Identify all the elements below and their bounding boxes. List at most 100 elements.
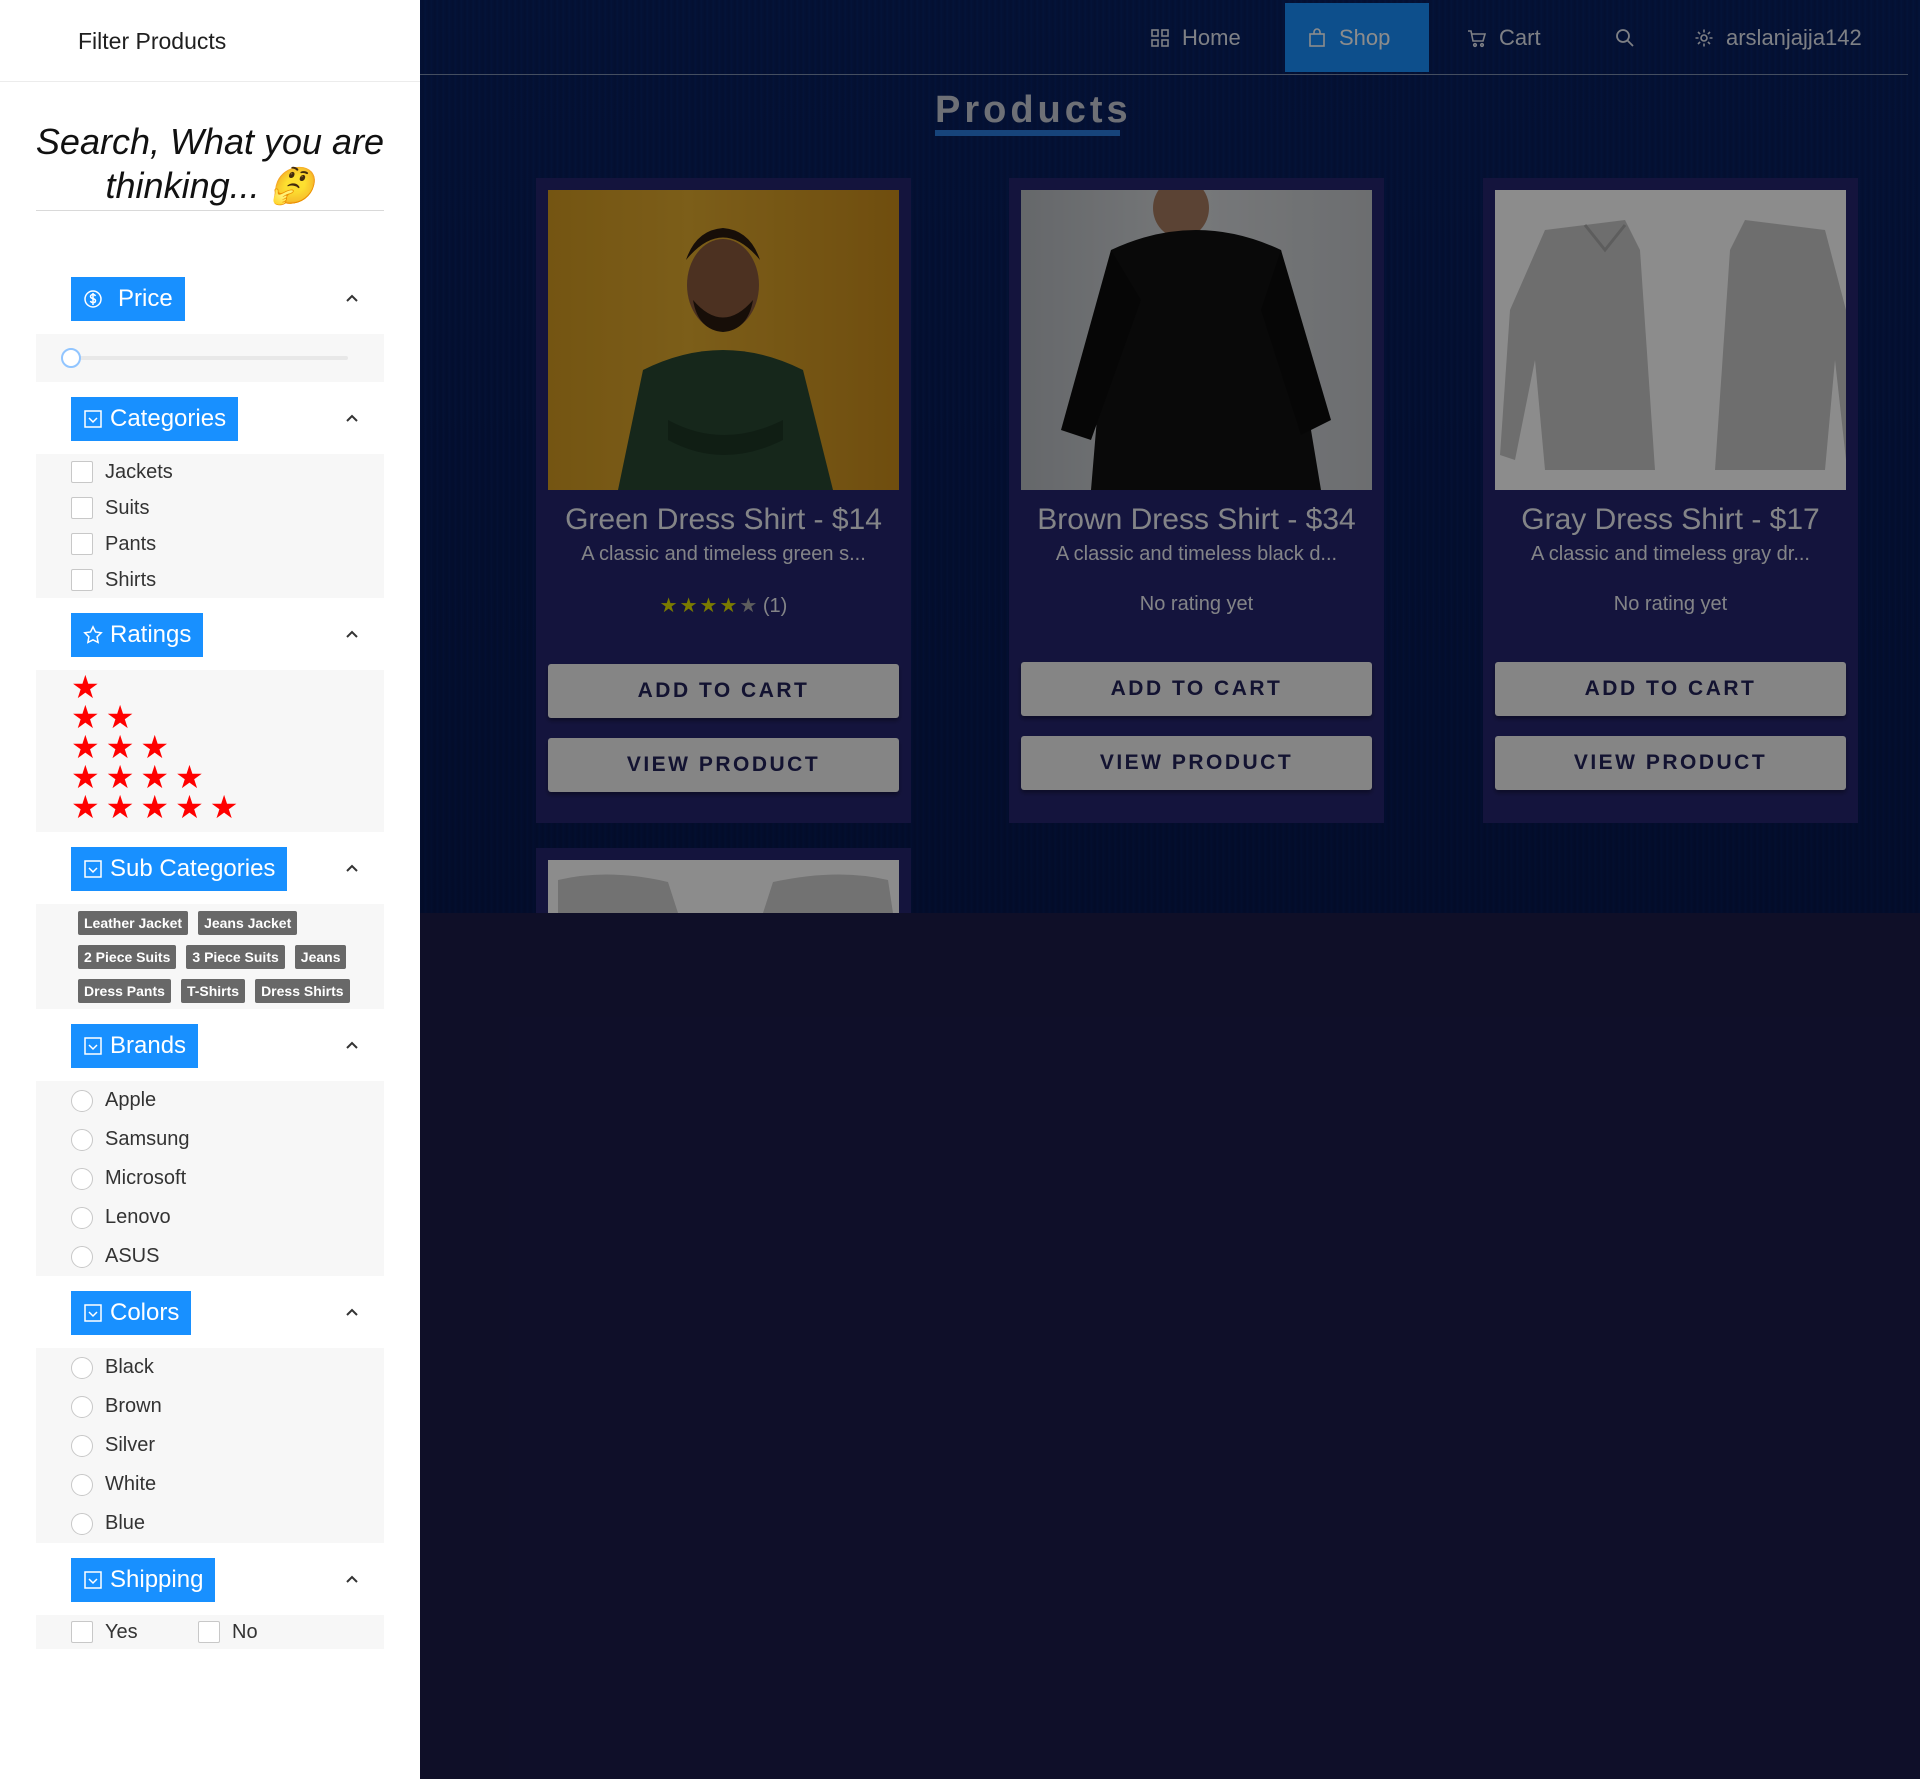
option-label: Apple (105, 1089, 157, 1111)
category-option[interactable]: Jackets (36, 454, 384, 490)
radio[interactable] (71, 1089, 93, 1112)
chevron-up-icon[interactable] (344, 410, 360, 426)
radio[interactable] (71, 1395, 93, 1418)
section-header[interactable]: Categories (36, 382, 384, 454)
slider-handle[interactable] (61, 348, 81, 368)
checkbox[interactable] (71, 497, 93, 519)
brand-option[interactable]: ASUS (36, 1237, 384, 1276)
section-label: Brands (110, 1032, 187, 1059)
shipping-option-yes[interactable]: Yes (36, 1615, 198, 1649)
slider-rail[interactable] (66, 356, 348, 360)
sub-category-tag[interactable]: T-Shirts (180, 979, 246, 1003)
radio[interactable] (71, 1512, 93, 1535)
brand-option[interactable]: Microsoft (36, 1159, 384, 1198)
filter-section-categories: Categories Jackets Suits Pants Shirts (36, 382, 384, 598)
brand-option[interactable]: Apple (36, 1081, 384, 1120)
section-label: Ratings (110, 621, 192, 648)
price-slider[interactable] (36, 334, 384, 382)
checkbox-square-icon (84, 1571, 102, 1589)
divider (36, 210, 384, 211)
dollar-circle-icon (84, 290, 102, 308)
brand-option[interactable]: Samsung (36, 1120, 384, 1159)
chevron-up-icon[interactable] (344, 1571, 360, 1587)
chevron-up-icon[interactable] (344, 1304, 360, 1320)
radio[interactable] (71, 1434, 93, 1457)
category-option[interactable]: Suits (36, 490, 384, 526)
category-option[interactable]: Shirts (36, 562, 384, 598)
brands-list: Apple Samsung Microsoft Lenovo ASUS (36, 1081, 384, 1276)
section-header[interactable]: Shipping (36, 1543, 384, 1615)
checkbox[interactable] (71, 533, 93, 555)
sub-category-tag[interactable]: Leather Jacket (78, 911, 189, 935)
option-label: ASUS (105, 1245, 160, 1267)
color-option[interactable]: Blue (36, 1504, 384, 1543)
brand-option[interactable]: Lenovo (36, 1198, 384, 1237)
checkbox[interactable] (71, 569, 93, 591)
radio[interactable] (71, 1473, 93, 1496)
color-option[interactable]: Brown (36, 1387, 384, 1426)
shipping-option-no[interactable]: No (198, 1615, 258, 1649)
option-label: No (232, 1620, 258, 1643)
checkbox-square-icon (84, 410, 102, 428)
section-header[interactable]: Colors (36, 1276, 384, 1348)
rating-option-2[interactable]: ★★ (36, 701, 384, 733)
chevron-up-icon[interactable] (344, 1037, 360, 1053)
drawer-header: Filter Products (0, 0, 420, 82)
filter-section-colors: Colors Black Brown Silver White Blue (36, 1276, 384, 1543)
rating-option-3[interactable]: ★★★ (36, 731, 384, 763)
section-tag: Shipping (71, 1558, 216, 1602)
sub-category-tag[interactable]: 3 Piece Suits (186, 945, 285, 969)
option-label: Suits (105, 496, 150, 519)
radio[interactable] (71, 1356, 93, 1379)
color-option[interactable]: Black (36, 1348, 384, 1387)
filter-section-ratings: Ratings ★ ★★ ★★★ ★★★★ ★★★★★ (36, 598, 384, 832)
checkbox[interactable] (71, 461, 93, 483)
radio[interactable] (71, 1206, 93, 1229)
sub-category-tag[interactable]: Dress Pants (78, 979, 171, 1003)
section-tag: Sub Categories (71, 847, 288, 891)
option-label: Black (105, 1356, 154, 1378)
sub-category-tag[interactable]: Jeans (294, 945, 347, 969)
radio[interactable] (71, 1167, 93, 1190)
option-label: Samsung (105, 1128, 190, 1150)
chevron-up-icon[interactable] (344, 626, 360, 642)
categories-list: Jackets Suits Pants Shirts (36, 454, 384, 598)
sub-categories-tags: Leather Jacket Jeans Jacket 2 Piece Suit… (36, 904, 384, 1009)
section-label: Sub Categories (110, 855, 276, 882)
category-option[interactable]: Pants (36, 526, 384, 562)
section-header[interactable]: Sub Categories (36, 832, 384, 904)
rating-option-5[interactable]: ★★★★★ (36, 791, 384, 823)
ratings-list: ★ ★★ ★★★ ★★★★ ★★★★★ (36, 670, 384, 832)
radio[interactable] (71, 1128, 93, 1151)
sub-category-tag[interactable]: 2 Piece Suits (78, 945, 177, 969)
rating-option-1[interactable]: ★ (36, 671, 384, 703)
option-label: Brown (105, 1395, 162, 1417)
checkbox[interactable] (198, 1621, 220, 1643)
filter-section-price: Price (36, 262, 384, 382)
drawer-title: Filter Products (78, 28, 227, 54)
section-tag: Price (71, 277, 185, 321)
search-heading: Search, What you are thinking... 🤔 (35, 121, 385, 206)
section-tag: Colors (71, 1291, 192, 1335)
section-tag: Categories (71, 397, 239, 441)
checkbox-square-icon (84, 860, 102, 878)
sub-category-tag[interactable]: Dress Shirts (255, 979, 350, 1003)
checkbox[interactable] (71, 1621, 93, 1643)
option-label: Yes (105, 1620, 138, 1643)
section-header[interactable]: Price (36, 262, 384, 334)
star-outline-icon (83, 625, 103, 644)
filter-section-brands: Brands Apple Samsung Microsoft Lenovo AS… (36, 1009, 384, 1276)
sub-category-tag[interactable]: Jeans Jacket (198, 911, 298, 935)
color-option[interactable]: Silver (36, 1426, 384, 1465)
filter-drawer: Filter Products Search, What you are thi… (0, 0, 420, 1779)
section-header[interactable]: Brands (36, 1009, 384, 1081)
colors-list: Black Brown Silver White Blue (36, 1348, 384, 1543)
section-label: Categories (110, 405, 227, 432)
radio[interactable] (71, 1245, 93, 1268)
rating-option-4[interactable]: ★★★★ (36, 761, 384, 793)
section-tag: Brands (71, 1024, 199, 1068)
chevron-up-icon[interactable] (344, 290, 360, 306)
color-option[interactable]: White (36, 1465, 384, 1504)
chevron-up-icon[interactable] (344, 860, 360, 876)
section-header[interactable]: Ratings (36, 598, 384, 670)
